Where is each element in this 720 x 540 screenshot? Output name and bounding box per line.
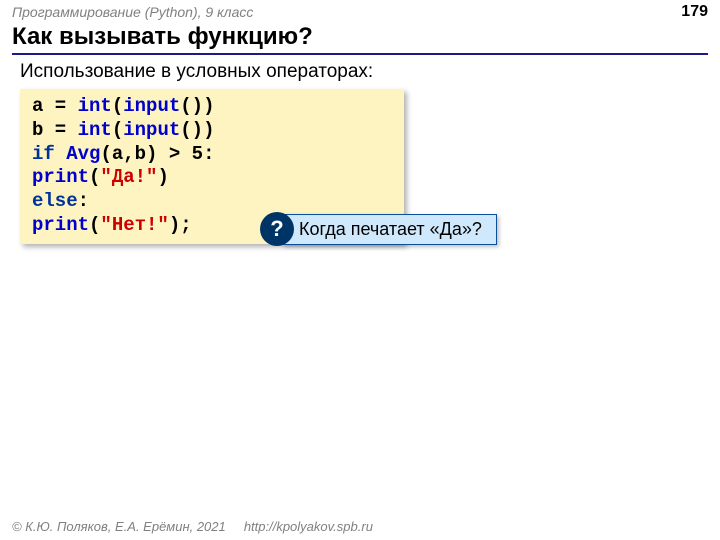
- code-line: a = int(input()): [32, 95, 392, 119]
- code-token: [55, 143, 66, 165]
- slide-title: Как вызывать функцию?: [12, 23, 708, 55]
- footer-url: http://kpolyakov.spb.ru: [244, 519, 373, 534]
- code-token: else: [32, 190, 78, 212]
- callout: ? Когда печатает «Да»?: [260, 212, 497, 246]
- callout-text: Когда печатает «Да»?: [282, 214, 497, 245]
- code-token: (: [89, 166, 100, 188]
- code-token: ): [157, 166, 168, 188]
- code-line: print("Да!"): [32, 166, 392, 190]
- code-token: (: [89, 214, 100, 236]
- code-token: =: [43, 95, 77, 117]
- code-token: "Нет!": [100, 214, 168, 236]
- code-token: b: [32, 119, 43, 141]
- code-token: );: [169, 214, 192, 236]
- code-token: Avg: [66, 143, 100, 165]
- code-line: else:: [32, 190, 392, 214]
- code-token: int: [78, 95, 112, 117]
- code-line: if Avg(a,b) > 5:: [32, 143, 392, 167]
- code-token: input: [123, 119, 180, 141]
- course-label: Программирование (Python), 9 класс: [12, 4, 253, 20]
- page-number: 179: [681, 3, 708, 21]
- code-token: (: [112, 95, 123, 117]
- code-token: :: [78, 190, 89, 212]
- code-token: a: [32, 95, 43, 117]
- code-token: int: [78, 119, 112, 141]
- code-token: (a,b): [100, 143, 157, 165]
- code-token: input: [123, 95, 180, 117]
- code-token: =: [43, 119, 77, 141]
- slide-subtitle: Использование в условных операторах:: [20, 61, 720, 83]
- code-token: "Да!": [100, 166, 157, 188]
- slide-header: Программирование (Python), 9 класс 179: [0, 0, 720, 21]
- question-mark-icon: ?: [260, 212, 294, 246]
- slide-footer: © К.Ю. Поляков, Е.А. Ерёмин, 2021 http:/…: [12, 519, 373, 534]
- code-token: print: [32, 166, 89, 188]
- code-token: :: [203, 143, 214, 165]
- code-token: print: [32, 214, 89, 236]
- code-token: >: [157, 143, 191, 165]
- footer-copyright: © К.Ю. Поляков, Е.А. Ерёмин, 2021: [12, 519, 226, 534]
- code-token: ()): [180, 119, 214, 141]
- code-token: 5: [192, 143, 203, 165]
- code-token: ()): [180, 95, 214, 117]
- code-line: b = int(input()): [32, 119, 392, 143]
- code-token: (: [112, 119, 123, 141]
- code-token: if: [32, 143, 55, 165]
